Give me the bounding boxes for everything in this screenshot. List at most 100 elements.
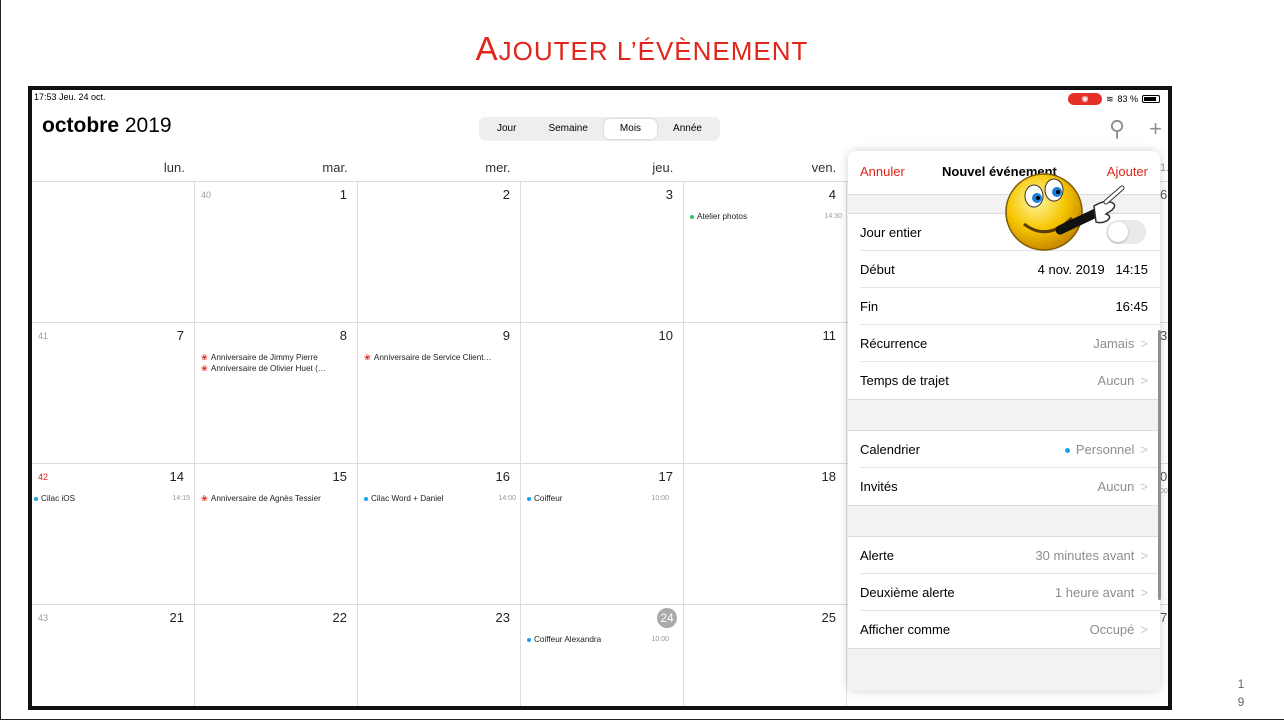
tab-mois[interactable]: Mois [603, 119, 658, 139]
invitees-row[interactable]: Invités Aucun > [860, 468, 1160, 505]
day-cell[interactable]: 42 14 Cilac iOS 14:15 [32, 464, 195, 605]
day-cell[interactable]: 2 [358, 182, 521, 323]
repeat-value[interactable]: Jamais > [1093, 336, 1148, 351]
cancel-button[interactable]: Annuler [860, 164, 905, 179]
tab-annee[interactable]: Année [657, 119, 718, 139]
repeat-row[interactable]: Récurrence Jamais > [860, 325, 1160, 362]
repeat-label: Récurrence [860, 336, 928, 351]
clipped-day-number: 0 [1160, 469, 1168, 484]
day-number: 21 [169, 610, 184, 625]
event-time: 10:00 [651, 636, 669, 643]
day-number: 22 [332, 610, 347, 625]
day-number: 18 [821, 469, 836, 484]
week-number: 43 [38, 613, 49, 623]
day-number: 8 [339, 328, 347, 343]
day-cell[interactable]: 25 [684, 605, 847, 706]
week-number: 41 [38, 331, 49, 341]
travel-value[interactable]: Aucun > [1098, 373, 1148, 388]
event-item[interactable]: Atelier photos [690, 212, 747, 221]
status-time: 17:53 Jeu. 24 oct. [34, 92, 106, 102]
event-time: 14:15 [172, 495, 190, 502]
day-number: 14 [169, 469, 184, 484]
day-cell[interactable]: 22 [195, 605, 358, 706]
calendar-row[interactable]: Calendrier Personnel > [860, 431, 1160, 468]
alert-row[interactable]: Alerte 30 minutes avant > [860, 537, 1160, 574]
show-as-value[interactable]: Occupé > [1090, 622, 1148, 637]
battery-percent: 83 % [1117, 94, 1138, 104]
event-item[interactable]: ❀ Anniversaire de Olivier Huet (… [201, 363, 326, 373]
day-cell[interactable]: 40 1 [195, 182, 358, 323]
event-dot-icon [34, 496, 38, 501]
event-time: 10:00 [651, 495, 669, 502]
day-cell[interactable]: 15 ❀ Anniversaire de Agnès Tessier [195, 464, 358, 605]
clipped-day-number: 3 [1160, 328, 1168, 343]
end-value[interactable]: 16:45 [1115, 299, 1148, 314]
event-item[interactable]: Cilac iOS [34, 494, 75, 503]
day-cell[interactable]: 16 Cilac Word + Daniel 14:00 [358, 464, 521, 605]
day-number: 1 [339, 187, 347, 202]
tab-semaine[interactable]: Semaine [532, 119, 603, 139]
second-alert-value[interactable]: 1 heure avant > [1055, 585, 1148, 600]
event-item[interactable]: ❀ Anniversaire de Agnès Tessier [201, 493, 321, 503]
month-title: octobre 2019 [42, 114, 172, 137]
day-cell[interactable]: 17 Coiffeur 10:00 [521, 464, 684, 605]
event-time: 14:00 [498, 495, 516, 502]
event-item[interactable]: ❀ Anniversaire de Service Client… [364, 352, 492, 362]
day-cell[interactable]: 4 Atelier photos 14:30 [684, 182, 847, 323]
second-alert-label: Deuxième alerte [860, 585, 955, 600]
travel-label: Temps de trajet [860, 373, 949, 388]
week-number: 42 [38, 472, 49, 482]
day-cell[interactable]: 11 [684, 323, 847, 464]
event-item[interactable]: Coiffeur Alexandra [527, 635, 601, 644]
day-cell[interactable]: 3 [521, 182, 684, 323]
travel-row[interactable]: Temps de trajet Aucun > [860, 362, 1160, 399]
invitees-value[interactable]: Aucun > [1098, 479, 1148, 494]
day-cell[interactable]: 41 7 [32, 323, 195, 464]
status-bar: 17:53 Jeu. 24 oct. ◉ ≋ 83 % [32, 90, 1168, 105]
search-icon[interactable]: ⚲ [1109, 116, 1125, 142]
day-number: 3 [665, 187, 673, 202]
event-item[interactable]: Coiffeur [527, 494, 563, 503]
invitees-label: Invités [860, 479, 898, 494]
plus-icon[interactable]: + [1149, 116, 1162, 142]
show-as-row[interactable]: Afficher comme Occupé > [860, 611, 1160, 648]
end-row[interactable]: Fin 16:45 [860, 288, 1160, 325]
week-number: 40 [201, 190, 212, 200]
day-cell[interactable]: 8 ❀ Anniversaire de Jimmy Pierre ❀ Anniver… [195, 323, 358, 464]
day-cell[interactable]: 23 [358, 605, 521, 706]
alert-group: Alerte 30 minutes avant > Deuxième alerte… [848, 536, 1160, 649]
day-cell[interactable]: 18 [684, 464, 847, 605]
event-dot-icon [527, 496, 531, 501]
gift-icon: ❀ [201, 353, 208, 362]
start-label: Début [860, 262, 895, 277]
day-cell[interactable]: 10 [521, 323, 684, 464]
chevron-right-icon: > [1140, 479, 1148, 494]
clipped-day-number: 6 [1160, 187, 1168, 202]
clipped-day-number: 7 [1160, 610, 1168, 625]
event-item[interactable]: Cilac Word + Daniel [364, 494, 443, 503]
event-dot-icon [364, 496, 368, 501]
day-number: 4 [828, 187, 836, 202]
second-alert-row[interactable]: Deuxième alerte 1 heure avant > [860, 574, 1160, 611]
day-number: 11 [822, 328, 837, 343]
gift-icon: ❀ [201, 364, 208, 373]
event-item[interactable]: ❀ Anniversaire de Jimmy Pierre [201, 352, 318, 362]
event-time: 14:30 [824, 213, 842, 220]
tab-jour[interactable]: Jour [481, 119, 532, 139]
alert-value[interactable]: 30 minutes avant > [1035, 548, 1148, 563]
day-cell[interactable] [32, 182, 195, 323]
chevron-right-icon: > [1140, 442, 1148, 457]
ipad-screen: 17:53 Jeu. 24 oct. ◉ ≋ 83 % octobre 2019… [28, 86, 1172, 710]
toolbar-icons: ⚲ + [1109, 116, 1168, 142]
gift-icon: ❀ [364, 353, 371, 362]
panel-scrollbar[interactable] [1158, 330, 1161, 600]
day-cell[interactable]: 9 ❀ Anniversaire de Service Client… [358, 323, 521, 464]
event-dot-icon [690, 214, 694, 219]
start-value[interactable]: 4 nov. 2019 14:15 [1038, 262, 1148, 277]
day-number: 9 [502, 328, 510, 343]
day-cell[interactable]: 24 Coiffeur Alexandra 10:00 [521, 605, 684, 706]
day-cell[interactable]: 43 21 [32, 605, 195, 706]
calendar-value[interactable]: Personnel > [1064, 442, 1148, 457]
